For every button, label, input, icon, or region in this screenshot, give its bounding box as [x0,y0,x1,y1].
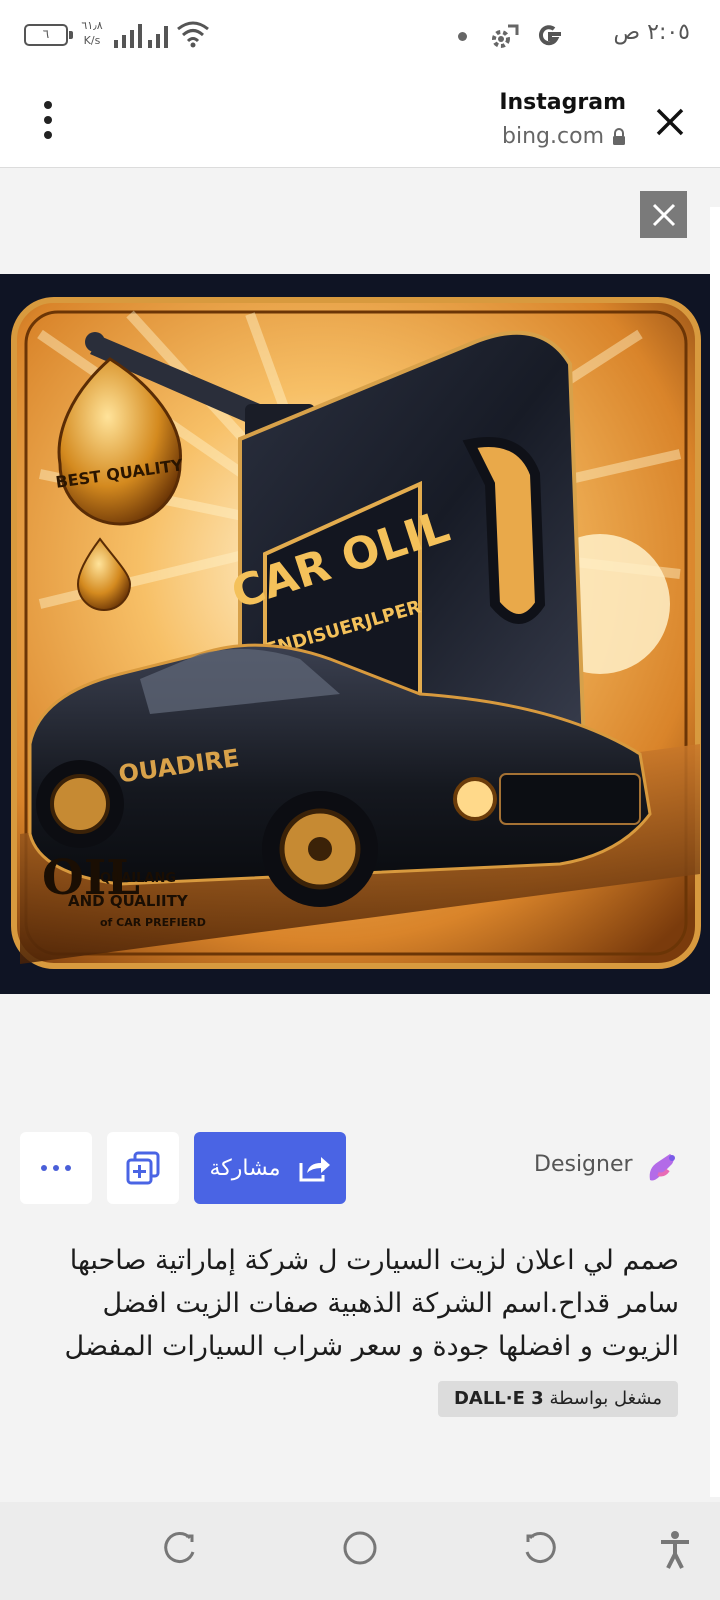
scroll-edge [710,207,720,1497]
lock-icon [613,127,625,145]
system-navigation-bar [0,1502,720,1600]
corner-line3: of CAR PREFIERD [100,916,206,929]
signal-icon [114,24,168,48]
domain-text: bing.com [502,124,604,149]
status-time: ٢:٠٥ ص [613,20,690,45]
back-icon [525,1532,556,1563]
close-icon [652,203,675,226]
status-bar: ٦ ٦١٫٨ K/s ٢:٠٥ ص [0,0,720,72]
wifi-icon [177,21,209,48]
page-title: Instagram [499,90,626,115]
battery-icon: ٦ [24,24,73,46]
car-oil-ad-illustration: BEST QUALITY CAR OLIL ENDISUERJLPER OUAD… [0,274,710,994]
notification-dot-icon [458,32,467,41]
overflow-menu-button[interactable] [28,96,68,144]
page-domain: bing.com [502,124,626,149]
share-button[interactable]: مشاركة [194,1132,346,1204]
powered-by-badge: مشغل بواسطة DALL·E 3 [437,1381,678,1417]
more-dot [41,1165,47,1171]
accessibility-icon [661,1531,689,1569]
powered-by-prefix: مشغل بواسطة [549,1388,662,1409]
accessibility-button[interactable] [658,1530,692,1574]
more-options-button[interactable] [20,1132,92,1204]
menu-dot [44,101,52,109]
add-to-collection-button[interactable] [107,1132,179,1204]
more-dot [65,1165,71,1171]
close-icon [656,108,684,136]
home-circle-icon [343,1531,377,1565]
browser-toolbar: Instagram bing.com [0,72,720,168]
viewer-close-button[interactable] [640,191,687,238]
designer-label: Designer [534,1152,633,1177]
prompt-text: صمم لي اعلان لزيت السيارت ل شركة إماراتي… [64,1245,679,1362]
generated-image[interactable]: BEST QUALITY CAR OLIL ENDISUERJLPER OUAD… [0,274,710,994]
image-viewer: BEST QUALITY CAR OLIL ENDISUERJLPER OUAD… [0,169,720,1502]
add-collection-icon [126,1151,160,1185]
settings-sync-icon [492,24,519,48]
battery-level: ٦ [42,27,50,41]
back-button[interactable] [522,1530,558,1570]
more-dot [53,1165,59,1171]
corner-line2: AND QUALIITY [68,892,189,910]
network-speed: ٦١٫٨ K/s [80,18,104,48]
share-label: مشاركة [209,1155,281,1181]
home-button[interactable] [342,1530,378,1570]
network-speed-unit: K/s [83,34,101,47]
close-tab-button[interactable] [642,98,698,146]
corner-line1: QUAILANG [100,871,176,886]
google-icon [538,25,561,46]
recent-apps-icon [164,1532,195,1563]
menu-dot [44,131,52,139]
designer-icon [649,1154,675,1181]
network-speed-value: ٦١٫٨ [81,19,103,32]
actions-row: مشاركة Designer [0,1132,720,1204]
share-icon [299,1157,330,1182]
menu-dot [44,116,52,124]
powered-by-model: DALL·E 3 [453,1388,544,1409]
recent-apps-button[interactable] [162,1530,198,1570]
